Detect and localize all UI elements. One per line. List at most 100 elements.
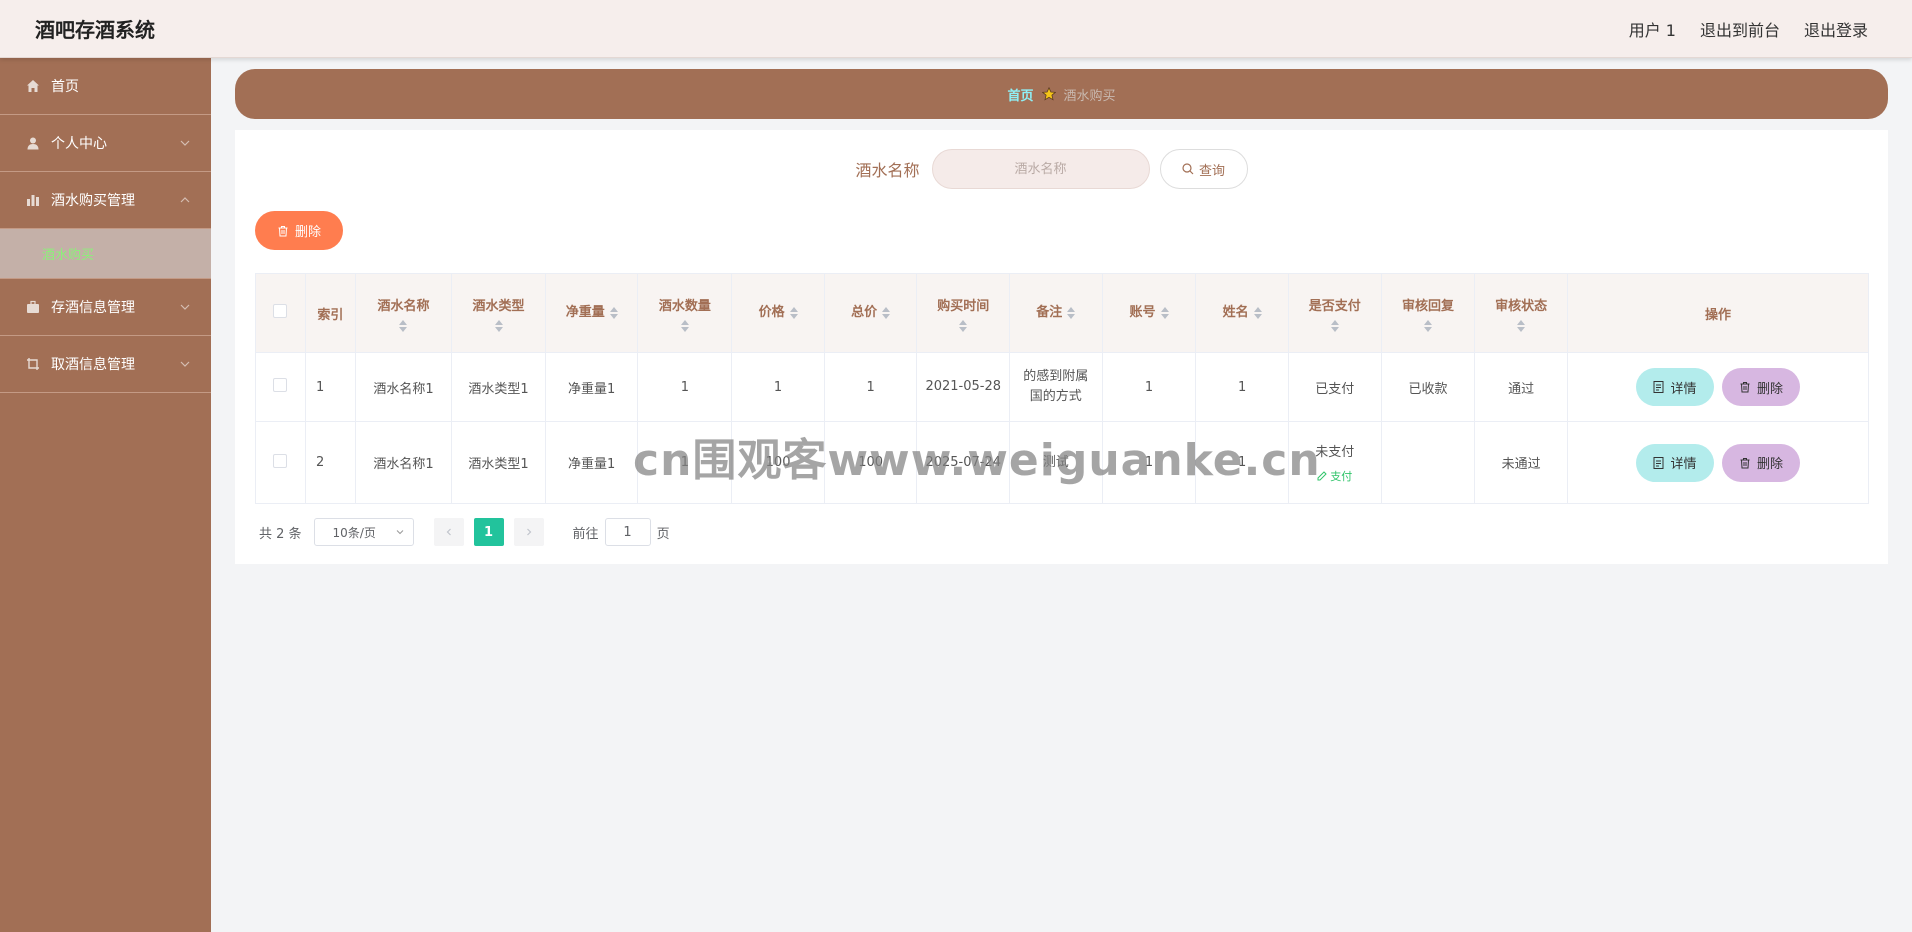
- column-header[interactable]: 审核回复: [1380, 273, 1476, 353]
- cell-paid: 已支付: [1287, 352, 1382, 422]
- cell-type: 酒水类型1: [451, 352, 546, 422]
- query-button-label: 查询: [1198, 163, 1225, 179]
- cell-account: 1: [1101, 352, 1197, 422]
- column-header[interactable]: 是否支付: [1287, 273, 1382, 353]
- bulk-delete-button[interactable]: 删除: [255, 211, 343, 250]
- page-size-value: 10条/页: [332, 525, 376, 540]
- search-input[interactable]: [931, 149, 1150, 189]
- cell-weight: 净重量1: [544, 352, 639, 422]
- sidebar-item-label: 酒水购买管理: [51, 193, 135, 209]
- cell-weight: 净重量1: [544, 421, 639, 504]
- sidebar-item-withdraw-management[interactable]: 取酒信息管理: [0, 336, 211, 393]
- breadcrumb-home[interactable]: 首页: [1007, 85, 1033, 104]
- exit-to-frontend-link[interactable]: 退出到前台: [1700, 17, 1780, 41]
- main-panel: 酒水名称 查询 删除 索引 酒水名称 酒水类型 净重量 酒水数量 价格 总价 购…: [235, 130, 1888, 564]
- cell-total: 1: [823, 352, 918, 422]
- cell-status: 未通过: [1474, 421, 1568, 504]
- sort-icon[interactable]: [1067, 307, 1076, 319]
- current-user-link[interactable]: 用户 1: [1629, 17, 1676, 41]
- cell-actions: 详情 删除: [1566, 352, 1870, 422]
- detail-button[interactable]: 详情: [1635, 368, 1714, 406]
- cell-price: 1: [731, 352, 825, 422]
- pay-link[interactable]: 支付: [1317, 468, 1352, 484]
- sort-icon[interactable]: [609, 307, 618, 319]
- cell-reply: [1380, 421, 1476, 504]
- sort-icon[interactable]: [1160, 307, 1169, 319]
- sort-icon[interactable]: [1517, 319, 1526, 332]
- row-select: [255, 421, 306, 504]
- pagination-total: 共 2 条: [259, 526, 302, 542]
- sidebar-item-label: 取酒信息管理: [51, 357, 135, 373]
- cell-qty: 1: [637, 421, 733, 504]
- sidebar-item-storage-management[interactable]: 存酒信息管理: [0, 279, 211, 336]
- cell-total: 100: [823, 421, 918, 504]
- briefcase-icon: [25, 299, 41, 315]
- column-header[interactable]: 总价: [823, 273, 918, 353]
- detail-button[interactable]: 详情: [1635, 443, 1714, 482]
- submenu-item-purchase[interactable]: 酒水购买: [0, 229, 211, 279]
- sidebar-item-label: 首页: [51, 79, 79, 95]
- cell-actions: 详情 删除: [1566, 421, 1870, 504]
- goto-prefix: 前往: [572, 526, 599, 542]
- row-checkbox[interactable]: [273, 378, 288, 392]
- pagination: 共 2 条 10条/页 1 前往 页: [259, 518, 670, 546]
- query-button[interactable]: 查询: [1159, 149, 1248, 189]
- row-delete-button[interactable]: 删除: [1721, 443, 1800, 482]
- column-header[interactable]: 购买时间: [916, 273, 1011, 353]
- sidebar-item-home[interactable]: 首页: [0, 58, 211, 115]
- sort-icon[interactable]: [1423, 319, 1432, 332]
- page-number-active[interactable]: 1: [473, 518, 504, 546]
- goto-page-input[interactable]: [604, 518, 651, 546]
- column-header[interactable]: 备注: [1009, 273, 1103, 353]
- home-icon: [25, 78, 41, 94]
- select-all-checkbox[interactable]: [273, 304, 288, 318]
- column-header[interactable]: 酒水类型: [451, 273, 546, 353]
- sidebar-item-personal-center[interactable]: 个人中心: [0, 115, 211, 172]
- sort-icon[interactable]: [882, 307, 891, 319]
- sidebar: 首页 个人中心 酒水购买管理 酒水购买 存酒信息管理 取酒信息管理: [0, 58, 211, 932]
- column-header[interactable]: 姓名: [1195, 273, 1289, 353]
- sort-icon[interactable]: [680, 319, 689, 332]
- chevron-left-icon: [446, 528, 451, 536]
- user-icon: [25, 135, 41, 151]
- cell-index: 2: [304, 421, 356, 504]
- sort-icon[interactable]: [1330, 319, 1339, 332]
- sort-icon[interactable]: [1253, 307, 1262, 319]
- next-page-button[interactable]: [513, 518, 544, 546]
- row-checkbox[interactable]: [273, 453, 288, 468]
- sort-icon[interactable]: [494, 319, 503, 332]
- sort-icon[interactable]: [789, 307, 798, 319]
- search-icon: [1182, 163, 1194, 175]
- cell-name: 酒水名称1: [354, 421, 453, 504]
- cell-note: 测试: [1009, 421, 1103, 504]
- prev-page-button[interactable]: [433, 518, 464, 546]
- goto-suffix: 页: [656, 526, 670, 542]
- column-header[interactable]: 酒水数量: [637, 273, 733, 353]
- chevron-down-icon: [180, 361, 190, 367]
- cell-note: 的感到附属国的方式: [1009, 352, 1103, 422]
- star-icon: [1041, 87, 1056, 101]
- table-header-row: 索引 酒水名称 酒水类型 净重量 酒水数量 价格 总价 购买时间 备注 账号 姓…: [255, 273, 1870, 353]
- cell-account: 1: [1101, 421, 1197, 504]
- app-title: 酒吧存酒系统: [35, 18, 155, 42]
- chart-icon: [25, 192, 41, 208]
- sidebar-item-purchase-management[interactable]: 酒水购买管理: [0, 172, 211, 229]
- document-icon: [1653, 381, 1664, 393]
- page-size-select[interactable]: 10条/页: [313, 518, 414, 546]
- logout-link[interactable]: 退出登录: [1804, 17, 1868, 41]
- sort-icon[interactable]: [399, 319, 408, 332]
- cell-reply: 已收款: [1380, 352, 1476, 422]
- column-header[interactable]: 价格: [731, 273, 825, 353]
- column-header[interactable]: 审核状态: [1474, 273, 1568, 353]
- row-delete-button[interactable]: 删除: [1721, 368, 1800, 406]
- column-header[interactable]: 酒水名称: [354, 273, 453, 353]
- table-row: 2 酒水名称1 酒水类型1 净重量1 1 100 100 2025-07-24 …: [255, 421, 1870, 504]
- column-header[interactable]: 账号: [1101, 273, 1197, 353]
- trash-icon: [1740, 457, 1750, 468]
- column-header[interactable]: 净重量: [544, 273, 639, 353]
- edit-icon: [1317, 470, 1327, 480]
- sort-icon[interactable]: [959, 319, 968, 332]
- trash-icon: [1740, 382, 1750, 393]
- breadcrumb: 首页 酒水购买: [235, 69, 1888, 119]
- cell-index: 1: [304, 352, 356, 422]
